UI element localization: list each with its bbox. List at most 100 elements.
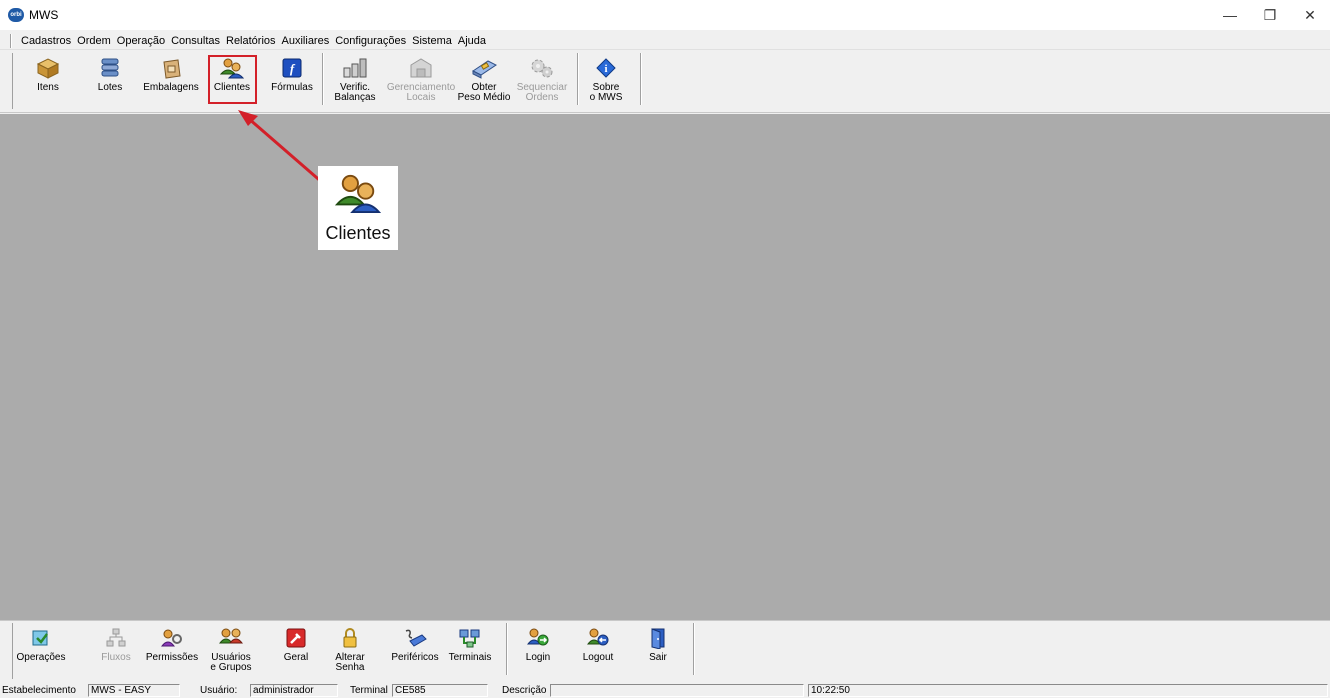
menu-cadastros[interactable]: Cadastros	[18, 35, 74, 47]
toolbar-separator	[693, 623, 695, 675]
window-controls: — ❐ ✕	[1210, 0, 1330, 30]
main-toolbar: Itens Lotes Embalagens Clientes f Fórmul…	[0, 51, 1330, 113]
toolbar-button-operacoes[interactable]: Operações	[16, 623, 66, 675]
toolbar-label: Terminais	[448, 652, 492, 663]
menu-auxiliares[interactable]: Auxiliares	[279, 35, 333, 47]
toolbar-label: Permissões	[145, 652, 199, 663]
title-bar: orbi MWS — ❐ ✕	[0, 0, 1330, 30]
toolbar-button-geral[interactable]: Geral	[276, 623, 316, 675]
menu-relatorios[interactable]: Relatórios	[223, 35, 279, 47]
clients-large-icon	[334, 172, 382, 217]
menu-grip	[10, 33, 12, 48]
scale-icon	[341, 55, 369, 81]
toolbar-separator	[577, 53, 579, 105]
toolbar-button-terminais[interactable]: Terminais	[448, 623, 492, 675]
toolbar-button-alterar-senha[interactable]: Alterar Senha	[330, 623, 370, 675]
toolbar-button-obter-peso-medio[interactable]: Obter Peso Médio	[458, 53, 510, 105]
svg-text:i: i	[604, 63, 607, 75]
toolbar-separator	[506, 623, 508, 675]
toolbar-label-2: e Grupos	[210, 662, 252, 673]
callout-label: Clientes	[325, 223, 391, 243]
toolbar-label-2: Senha	[335, 662, 365, 673]
menu-ordem[interactable]: Ordem	[74, 35, 114, 47]
toolbar-label: Lotes	[97, 82, 123, 93]
window-title: MWS	[29, 8, 59, 22]
permissions-icon	[158, 625, 186, 651]
peripherals-icon	[401, 625, 429, 651]
exit-door-icon	[644, 625, 672, 651]
bag-icon	[157, 55, 185, 81]
status-bar: Estabelecimento MWS - EASY Usuário: admi…	[0, 684, 1330, 698]
bottom-toolbar: Operações Fluxos Permissões Usuários e G…	[0, 620, 1330, 682]
highlight-box	[208, 55, 257, 104]
annotation-arrow	[238, 110, 325, 186]
formula-icon: f	[278, 55, 306, 81]
stack-icon	[96, 55, 124, 81]
toolbar-button-sobre-mws[interactable]: i Sobre o MWS	[586, 53, 626, 105]
toolbar-label-2: o MWS	[589, 92, 623, 103]
toolbar-separator	[640, 53, 642, 105]
logout-icon	[584, 625, 612, 651]
info-icon: i	[592, 55, 620, 81]
status-terminal-label: Terminal	[350, 685, 388, 696]
menu-consultas[interactable]: Consultas	[168, 35, 223, 47]
toolbar-button-verific-balancas[interactable]: Verific. Balanças	[334, 53, 376, 105]
weight-icon	[470, 55, 498, 81]
status-time: 10:22:50	[808, 684, 1328, 697]
status-usuario-label: Usuário:	[200, 685, 238, 696]
toolbar-label: Periféricos	[391, 652, 439, 663]
status-terminal-value: CE585	[392, 684, 488, 697]
toolbar-button-login[interactable]: Login	[518, 623, 558, 675]
status-descricao-label: Descrição	[502, 685, 547, 696]
general-icon	[282, 625, 310, 651]
toolbar-button-usuarios-grupos[interactable]: Usuários e Grupos	[208, 623, 254, 675]
toolbar-label: Embalagens	[143, 82, 199, 93]
menu-sistema[interactable]: Sistema	[409, 35, 455, 47]
toolbar-button-fluxos[interactable]: Fluxos	[96, 623, 136, 675]
status-descricao-value	[550, 684, 804, 697]
status-estabelecimento-value: MWS - EASY	[88, 684, 180, 697]
terminals-icon	[456, 625, 484, 651]
close-button[interactable]: ✕	[1290, 0, 1330, 30]
flow-icon	[102, 625, 130, 651]
minimize-button[interactable]: —	[1210, 0, 1250, 30]
restore-button[interactable]: ❐	[1250, 0, 1290, 30]
toolbar-button-permissoes[interactable]: Permissões	[146, 623, 198, 675]
toolbar-button-gerenciamento-locais[interactable]: Gerenciamento Locais	[386, 53, 456, 105]
toolbar-button-embalagens[interactable]: Embalagens	[143, 53, 199, 105]
menu-ajuda[interactable]: Ajuda	[455, 35, 489, 47]
app-logo-icon: orbi	[8, 8, 24, 22]
toolbar-button-sequenciar-ordens[interactable]: Sequenciar Ordens	[516, 53, 568, 105]
toolbar-label: Logout	[582, 652, 614, 663]
operations-icon	[27, 625, 55, 651]
box-icon	[34, 55, 62, 81]
zoom-callout: Clientes	[318, 166, 398, 250]
toolbar-separator	[322, 53, 324, 105]
toolbar-label-2: Peso Médio	[457, 92, 511, 103]
toolbar-button-sair[interactable]: Sair	[640, 623, 676, 675]
toolbar-button-perifericos[interactable]: Periféricos	[390, 623, 440, 675]
toolbar-frame	[12, 623, 13, 679]
gears-icon	[528, 55, 556, 81]
toolbar-button-logout[interactable]: Logout	[578, 623, 618, 675]
toolbar-label: Login	[525, 652, 551, 663]
login-icon	[524, 625, 552, 651]
toolbar-button-itens[interactable]: Itens	[28, 53, 68, 105]
menu-operacao[interactable]: Operação	[114, 35, 168, 47]
warehouse-icon	[407, 55, 435, 81]
toolbar-label: Sair	[649, 652, 667, 663]
toolbar-button-formulas[interactable]: f Fórmulas	[270, 53, 314, 105]
status-usuario-value: administrador	[250, 684, 338, 697]
toolbar-label: Geral	[283, 652, 309, 663]
mdi-workspace	[0, 114, 1330, 620]
menu-configuracoes[interactable]: Configurações	[332, 35, 409, 47]
toolbar-button-lotes[interactable]: Lotes	[90, 53, 130, 105]
toolbar-label: Fórmulas	[271, 82, 313, 93]
toolbar-label-2: Balanças	[334, 92, 376, 103]
users-icon	[217, 625, 245, 651]
toolbar-label: Itens	[37, 82, 59, 93]
toolbar-label: Operações	[16, 652, 66, 663]
toolbar-label: Fluxos	[101, 652, 131, 663]
status-estabelecimento-label: Estabelecimento	[2, 685, 76, 696]
lock-icon	[336, 625, 364, 651]
